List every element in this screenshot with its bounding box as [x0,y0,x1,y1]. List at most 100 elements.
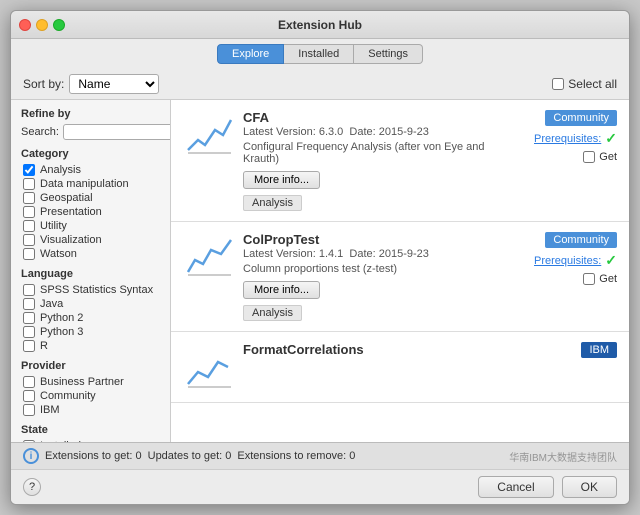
language-python3-label[interactable]: Python 3 [40,326,83,338]
ext-tag-colproptest: Analysis [243,305,302,321]
category-watson-label[interactable]: Watson [40,248,77,260]
category-visualization-label[interactable]: Visualization [40,234,102,246]
ext-icon-colproptest [183,232,233,282]
category-data-manip-checkbox[interactable] [23,178,35,190]
search-input[interactable] [63,124,171,140]
ext-right-formatcorrelations: IBM [497,342,617,358]
status-extensions-to-remove: Extensions to remove: 0 [237,450,355,462]
more-info-button-cfa[interactable]: More info... [243,171,320,189]
info-icon: i [23,448,39,464]
ext-info-formatcorrelations: FormatCorrelations [243,342,497,357]
provider-community-label[interactable]: Community [40,390,96,402]
get-checkbox-colproptest[interactable] [583,273,595,285]
category-watson-checkbox[interactable] [23,248,35,260]
prereq-check-cfa: ✓ [605,130,617,147]
more-info-button-colproptest[interactable]: More info... [243,281,320,299]
category-presentation-checkbox[interactable] [23,206,35,218]
get-row-cfa: Get [583,151,617,163]
provider-ibm-checkbox[interactable] [23,404,35,416]
category-geospatial-label[interactable]: Geospatial [40,192,93,204]
ext-name-cfa: CFA [243,110,497,125]
category-analysis-checkbox[interactable] [23,164,35,176]
category-visualization: Visualization [21,234,160,246]
category-presentation-label[interactable]: Presentation [40,206,102,218]
language-java-label[interactable]: Java [40,298,63,310]
prereq-link-colproptest[interactable]: Prerequisites: [534,255,601,267]
category-data-manip: Data manipulation [21,178,160,190]
get-row-colproptest: Get [583,273,617,285]
category-label: Category [21,148,160,160]
select-all-label: Select all [568,77,617,91]
category-data-manip-label[interactable]: Data manipulation [40,178,129,190]
help-button[interactable]: ? [23,478,41,496]
ext-tag-cfa: Analysis [243,195,302,211]
provider-label: Provider [21,360,160,372]
provider-ibm-label[interactable]: IBM [40,404,60,416]
language-python3-checkbox[interactable] [23,326,35,338]
close-button[interactable] [19,19,31,31]
get-label-colproptest[interactable]: Get [599,273,617,285]
provider-community-checkbox[interactable] [23,390,35,402]
language-python2-label[interactable]: Python 2 [40,312,83,324]
language-java-checkbox[interactable] [23,298,35,310]
ext-icon-cfa [183,110,233,160]
category-utility-label[interactable]: Utility [40,220,67,232]
tab-bar: Explore Installed Settings [11,39,629,69]
search-row: Search: [21,124,160,140]
category-utility-checkbox[interactable] [23,220,35,232]
language-r-label[interactable]: R [40,340,48,352]
body: Refine by Search: Category Analysis Data… [11,100,629,442]
category-analysis-label[interactable]: Analysis [40,164,81,176]
window-title: Extension Hub [278,18,362,32]
sort-label: Sort by: [23,77,64,91]
ibm-badge-formatcorrelations: IBM [581,342,617,358]
provider-business-partner-checkbox[interactable] [23,376,35,388]
main-content: CFA Latest Version: 6.3.0 Date: 2015-9-2… [171,100,629,442]
tab-installed[interactable]: Installed [284,44,354,64]
get-label-cfa[interactable]: Get [599,151,617,163]
ext-meta-colproptest: Latest Version: 1.4.1 Date: 2015-9-23 [243,248,497,260]
chart-icon-cfa [183,110,233,160]
maximize-button[interactable] [53,19,65,31]
cancel-button[interactable]: Cancel [478,476,553,498]
minimize-button[interactable] [36,19,48,31]
language-python2-checkbox[interactable] [23,312,35,324]
state-label: State [21,424,160,436]
provider-business-partner-label[interactable]: Business Partner [40,376,124,388]
traffic-lights [19,19,65,31]
category-geospatial-checkbox[interactable] [23,192,35,204]
ext-desc-colproptest: Column proportions test (z-test) [243,263,497,275]
select-all-area: Select all [552,77,617,91]
bottom-bar: ? Cancel OK [11,469,629,504]
chart-icon-colproptest [183,232,233,282]
language-spss-label[interactable]: SPSS Statistics Syntax [40,284,153,296]
ext-info-colproptest: ColPropTest Latest Version: 1.4.1 Date: … [243,232,497,321]
status-extensions-to-get: Extensions to get: 0 [45,450,142,462]
sort-select[interactable]: Name [69,74,159,94]
provider-business-partner: Business Partner [21,376,160,388]
provider-community: Community [21,390,160,402]
language-spss-checkbox[interactable] [23,284,35,296]
tab-explore[interactable]: Explore [217,44,284,64]
refine-label: Refine by [21,108,160,120]
ok-button[interactable]: OK [562,476,617,498]
category-visualization-checkbox[interactable] [23,234,35,246]
ext-name-formatcorrelations: FormatCorrelations [243,342,497,357]
list-item: CFA Latest Version: 6.3.0 Date: 2015-9-2… [171,100,629,222]
language-spss: SPSS Statistics Syntax [21,284,160,296]
language-python2: Python 2 [21,312,160,324]
language-python3: Python 3 [21,326,160,338]
community-badge-colproptest: Community [545,232,617,248]
ext-meta-cfa: Latest Version: 6.3.0 Date: 2015-9-23 [243,126,497,138]
language-r-checkbox[interactable] [23,340,35,352]
prereq-link-cfa[interactable]: Prerequisites: [534,133,601,145]
ext-right-colproptest: Community Prerequisites: ✓ Get [497,232,617,285]
select-all-checkbox[interactable] [552,78,564,90]
main-window: Extension Hub Explore Installed Settings… [10,10,630,505]
ext-header-formatcorrelations: FormatCorrelations IBM [183,342,617,392]
ext-icon-formatcorrelations [183,342,233,392]
get-checkbox-cfa[interactable] [583,151,595,163]
tab-settings[interactable]: Settings [354,44,423,64]
ext-header-colproptest: ColPropTest Latest Version: 1.4.1 Date: … [183,232,617,321]
list-item: FormatCorrelations IBM [171,332,629,403]
